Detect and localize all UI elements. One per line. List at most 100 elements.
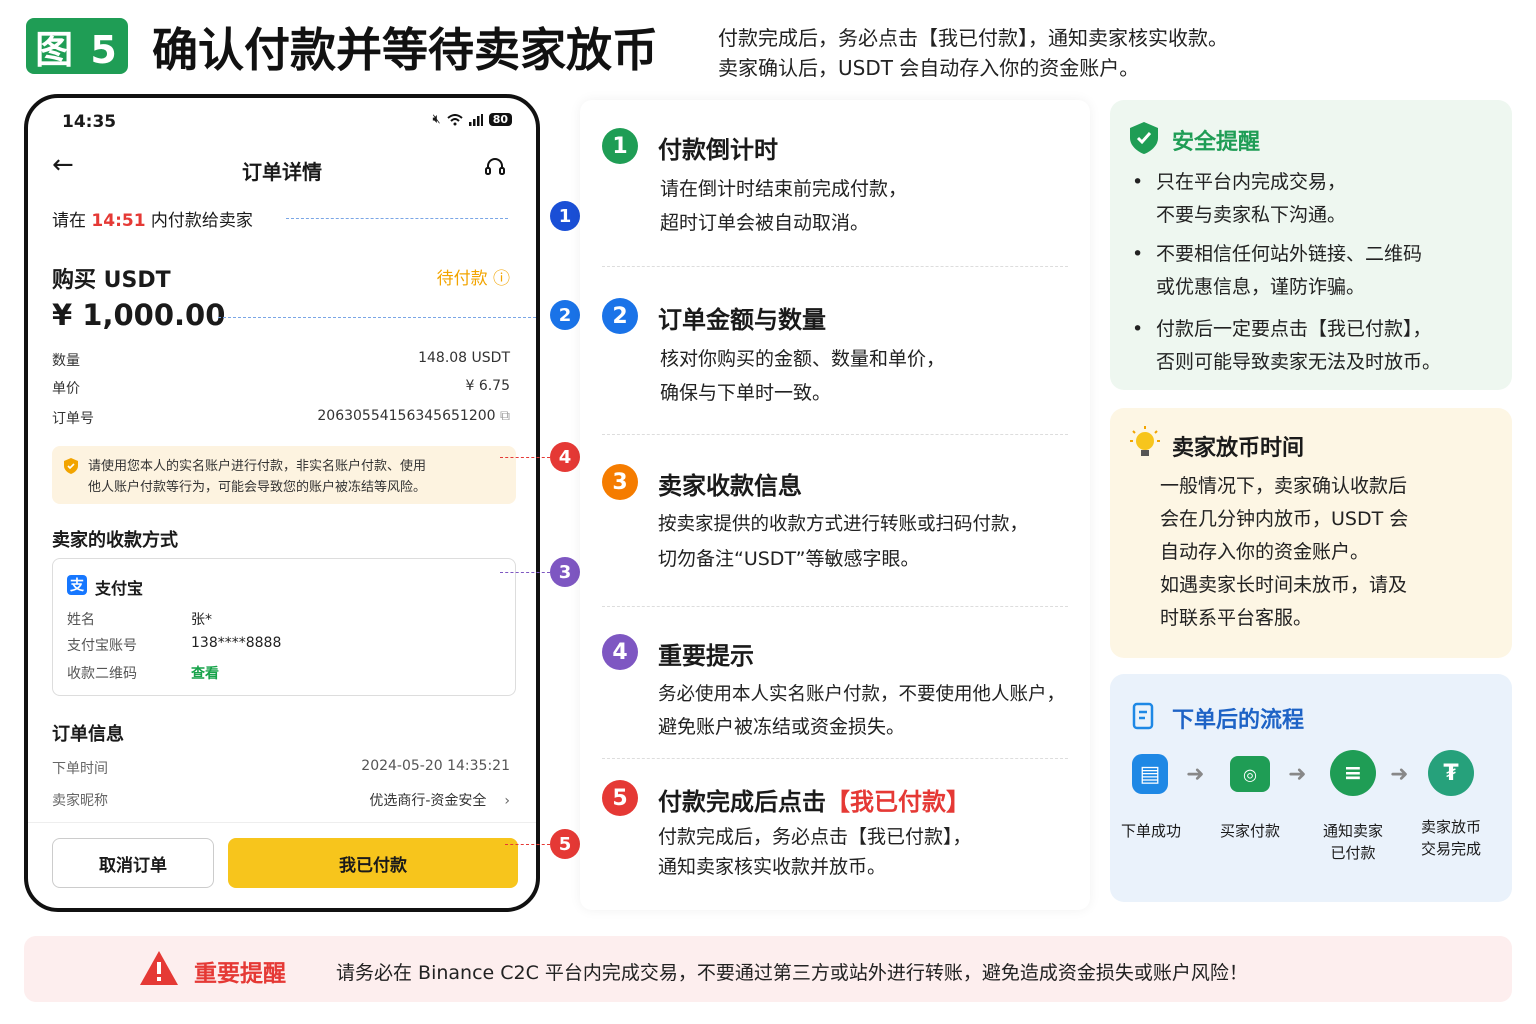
flow-step-3-label: 通知卖家 已付款 bbox=[1322, 822, 1383, 862]
alipay-card: 支 支付宝 姓名 张* 支付宝账号 138****8888 收款二维码 查看 bbox=[52, 558, 516, 696]
warning-triangle-icon bbox=[140, 951, 178, 985]
callout-line-5 bbox=[505, 844, 550, 845]
divider bbox=[28, 822, 536, 823]
flow-title: 下单后的流程 bbox=[1172, 708, 1305, 733]
unit-price-label: 单价 bbox=[52, 381, 80, 397]
step-body-line-2: 超时订单会被自动取消。 bbox=[660, 212, 870, 234]
callout-line-3 bbox=[500, 572, 550, 573]
callout-line-2 bbox=[218, 317, 536, 318]
step-4: 4 重要提示 务必使用本人实名账户付款，不要使用他人账户， 避免账户被冻结或资金… bbox=[602, 634, 1082, 754]
chat-icon: ≡ bbox=[1330, 750, 1376, 796]
status-time: 14:35 bbox=[62, 112, 117, 132]
copy-icon[interactable]: ⧉ bbox=[500, 408, 510, 424]
order-info-heading: 订单信息 bbox=[52, 724, 124, 745]
order-time-label: 下单时间 bbox=[52, 761, 108, 777]
buy-label: 购买 USDT bbox=[52, 268, 171, 293]
status-badge: 待付款 ⓘ bbox=[436, 269, 510, 289]
quantity-label: 数量 bbox=[52, 353, 80, 369]
arrow-right-icon: ➜ bbox=[1390, 762, 1409, 787]
important-reminder-banner: 重要提醒 请务必在 Binance C2C 平台内完成交易，不要通过第三方或站外… bbox=[24, 936, 1512, 1002]
step-title: 付款倒计时 bbox=[658, 136, 778, 164]
safety-item-2-line-1: 不要相信任何站外链接、二维码 bbox=[1156, 243, 1423, 265]
order-detail-title: 订单详情 bbox=[242, 160, 322, 184]
callout-marker-5: 5 bbox=[550, 829, 580, 859]
safety-item-3-line-2: 否则可能导致卖家无法及时放币。 bbox=[1156, 351, 1442, 373]
wechat-pay-icon: ◎ bbox=[1230, 756, 1270, 792]
step-2: 2 订单金额与数量 核对你购买的金额、数量和单价， 确保与下单时一致。 bbox=[602, 298, 1082, 418]
release-line-4: 如遇卖家长时间未放币，请及 bbox=[1160, 574, 1408, 596]
alipay-account-label: 支付宝账号 bbox=[67, 638, 137, 654]
step-body-line-2: 切勿备注“USDT”等敏感字眼。 bbox=[658, 548, 920, 570]
signal-icon bbox=[468, 113, 483, 126]
cancel-order-button[interactable]: 取消订单 bbox=[52, 838, 214, 888]
page-title: 确认付款并等待卖家放币 bbox=[152, 23, 658, 77]
callout-marker-1: 1 bbox=[550, 201, 580, 231]
alipay-name: 支付宝 bbox=[95, 579, 144, 598]
customer-service-icon[interactable] bbox=[484, 156, 506, 178]
divider bbox=[602, 606, 1068, 607]
step-title: 重要提示 bbox=[658, 642, 754, 670]
safety-item-1-line-2: 不要与卖家私下沟通。 bbox=[1156, 204, 1347, 226]
steps-panel: 1 付款倒计时 请在倒计时结束前完成付款， 超时订单会被自动取消。 2 订单金额… bbox=[580, 100, 1090, 910]
flow-step-2-label: 买家付款 bbox=[1219, 822, 1280, 840]
payment-countdown-hint: 请在 14:51 内付款给卖家 bbox=[52, 211, 253, 231]
wifi-icon bbox=[447, 113, 463, 125]
step-body-line-1: 核对你购买的金额、数量和单价， bbox=[660, 348, 946, 370]
bullet: • bbox=[1132, 171, 1144, 193]
bullet: • bbox=[1132, 243, 1144, 265]
release-line-5: 时联系平台客服。 bbox=[1160, 607, 1313, 629]
bullet: • bbox=[1132, 318, 1144, 340]
order-time-value: 2024-05-20 14:35:21 bbox=[361, 758, 510, 774]
callout-marker-2: 2 bbox=[550, 300, 580, 330]
status-bar-icons: 🔇︎ 80 bbox=[432, 112, 512, 127]
step-body-line-1: 请在倒计时结束前完成付款， bbox=[660, 178, 908, 200]
callout-marker-4: 4 bbox=[550, 442, 580, 472]
step-number: 3 bbox=[602, 464, 638, 500]
mute-icon: 🔇︎ bbox=[432, 112, 441, 127]
real-name-warning: 请使用您本人的实名账户进行付款，非实名账户付款、使用 他人账户付款等行为，可能会… bbox=[52, 446, 516, 504]
quantity-value: 148.08 USDT bbox=[418, 350, 510, 366]
tether-icon: ₮ bbox=[1428, 750, 1474, 796]
arrow-right-icon: ➜ bbox=[1186, 762, 1205, 787]
phone-mockup: 14:35 🔇︎ 80 ← 订单详情 请在 14:51 内付款给卖家 购买 US… bbox=[24, 94, 540, 912]
unit-price-value: ¥ 6.75 bbox=[465, 378, 510, 394]
release-time-card: 卖家放币时间 一般情况下，卖家确认收款后 会在几分钟内放币，USDT 会 自动存… bbox=[1110, 408, 1512, 658]
flow-step-4-label: 卖家放币 交易完成 bbox=[1420, 818, 1481, 858]
battery-icon: 80 bbox=[488, 113, 512, 126]
shield-icon bbox=[64, 458, 78, 474]
step-number: 5 bbox=[602, 780, 638, 816]
divider bbox=[602, 758, 1068, 759]
i-have-paid-button[interactable]: 我已付款 bbox=[228, 838, 518, 888]
step-body-line-1: 付款完成后，务必点击【我已付款】， bbox=[658, 826, 972, 848]
alipay-icon: 支 bbox=[67, 575, 87, 595]
qr-code-label: 收款二维码 bbox=[67, 666, 137, 682]
step-body-line-1: 务必使用本人实名账户付款，不要使用他人账户， bbox=[658, 684, 1066, 705]
order-icon: ▤ bbox=[1132, 754, 1168, 794]
subtitle-line-1: 付款完成后，务必点击【我已付款】，通知卖家核实收款。 bbox=[718, 26, 1228, 50]
step-title-accent: 【我已付款】 bbox=[826, 788, 970, 816]
safety-reminder-card: 安全提醒 • 只在平台内完成交易， 不要与卖家私下沟通。 • 不要相信任何站外链… bbox=[1110, 100, 1512, 390]
safety-item-1-line-1: 只在平台内完成交易， bbox=[1156, 171, 1347, 193]
figure-badge: 图 5 bbox=[26, 18, 128, 74]
view-qr-link[interactable]: 查看 bbox=[191, 663, 219, 683]
step-number: 1 bbox=[602, 128, 638, 164]
chevron-right-icon: › bbox=[504, 793, 510, 809]
step-body-line-1: 按卖家提供的收款方式进行转账或扫码付款， bbox=[658, 514, 1029, 535]
flow-step-1-label: 下单成功 bbox=[1120, 822, 1181, 840]
post-order-flow-card: 下单后的流程 ▤ ➜ ◎ ➜ ≡ ➜ ₮ 下单成功 买家付款 通知卖家 已付款 卖… bbox=[1110, 674, 1512, 902]
callout-line-1 bbox=[286, 218, 508, 219]
safety-title: 安全提醒 bbox=[1172, 130, 1261, 155]
payee-name-label: 姓名 bbox=[67, 612, 95, 628]
order-id-value: 20630554156345651200 ⧉ bbox=[317, 408, 510, 424]
step-number: 2 bbox=[602, 298, 638, 334]
step-1: 1 付款倒计时 请在倒计时结束前完成付款， 超时订单会被自动取消。 bbox=[602, 128, 1082, 248]
callout-line-4 bbox=[500, 457, 550, 458]
step-title: 付款完成后点击【我已付款】 bbox=[658, 788, 970, 816]
countdown-timer: 14:51 bbox=[91, 211, 146, 231]
step-3: 3 卖家收款信息 按卖家提供的收款方式进行转账或扫码付款， 切勿备注“USDT”… bbox=[602, 464, 1082, 584]
callout-marker-3: 3 bbox=[550, 557, 580, 587]
release-line-2: 会在几分钟内放币，USDT 会 bbox=[1160, 508, 1409, 530]
order-id-label: 订单号 bbox=[52, 411, 94, 427]
seller-nickname-value[interactable]: 优选商行-资金安全 › bbox=[369, 790, 510, 810]
divider bbox=[602, 434, 1068, 435]
